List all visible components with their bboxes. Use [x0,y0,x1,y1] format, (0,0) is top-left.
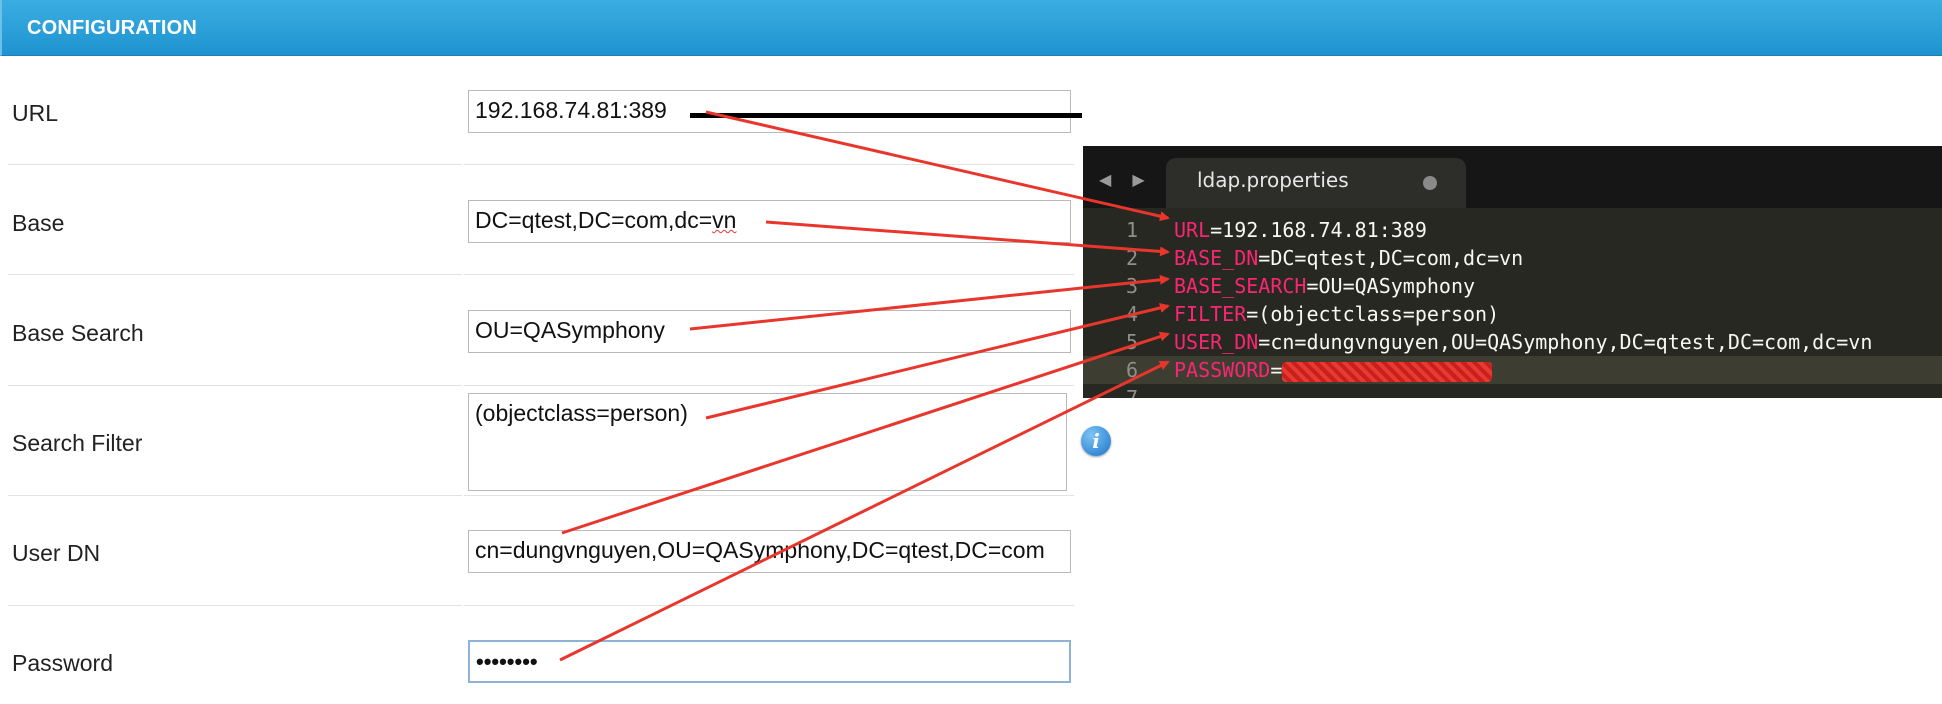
annotation-arrows [559,110,1170,662]
arrow-base-search [689,274,1170,331]
arrow-url [705,110,1170,222]
arrow-password [559,360,1170,662]
arrow-user-dn [561,331,1170,535]
arrow-filter [705,303,1170,420]
arrow-base [765,220,1170,257]
